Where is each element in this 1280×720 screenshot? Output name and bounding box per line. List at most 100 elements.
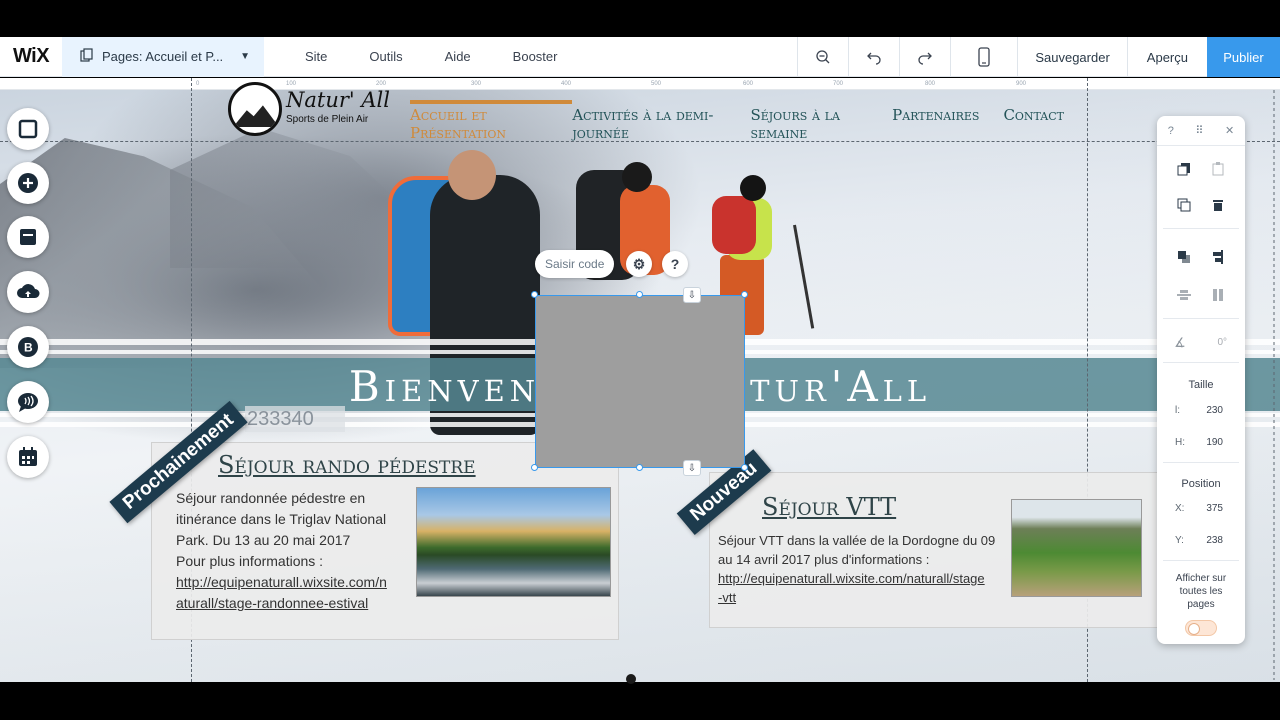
welcome-title-left: Bienven [348,362,541,411]
redo-icon [918,52,933,65]
match-size-icon[interactable] [1211,288,1225,302]
properties-panel: ? ⠿ ✕ ∡ 0° Taille l: 230 H: 190 Position… [1157,116,1245,644]
post-title[interactable]: Séjour rando pédestre [218,451,476,479]
post-line: Pour plus informations : [176,553,324,569]
redo-button[interactable] [899,37,950,77]
chat-icon [18,393,38,412]
resize-handle[interactable] [531,464,538,471]
pages-dropdown[interactable]: Pages: Accueil et P... ▼ [62,36,264,77]
post-line: Park. Du 13 au 20 mai 2017 [176,532,351,548]
post-line: Séjour VTT dans la vallée de la Dordogne… [718,533,996,548]
stretch-icon[interactable]: ⇩ [683,460,701,476]
nav-item-partners[interactable]: Partenaires [892,106,1003,142]
menu-tools[interactable]: Outils [348,49,423,64]
resize-handle[interactable] [531,291,538,298]
resize-handle[interactable] [636,464,643,471]
height-input[interactable]: 190 [1183,437,1223,448]
topbar-actions: Sauvegarder Aperçu Publier [797,37,1280,77]
publish-button[interactable]: Publier [1207,37,1280,77]
paste-icon[interactable] [1211,162,1225,176]
editor-window: WiX Pages: Accueil et P... ▼ Site Outils… [0,0,1280,720]
nav-item-home[interactable]: Accueil et Présentation [410,100,573,142]
blog-button[interactable]: B [7,326,49,368]
y-input[interactable]: 238 [1183,535,1223,546]
post-text: Séjour VTT dans la vallée de la Dordogne… [718,531,995,607]
vertical-ruler [1270,90,1278,680]
width-input[interactable]: 230 [1183,405,1223,416]
wix-logo[interactable]: WiX [0,37,62,77]
chat-button[interactable] [7,381,49,423]
rotate-angle-icon[interactable]: ∡ [1173,336,1187,350]
menu-booster[interactable]: Booster [492,49,579,64]
post-text: Séjour randonnée pédestre en itinérance … [176,488,387,614]
square-icon [18,119,38,139]
stretch-icon[interactable]: ⇩ [683,287,701,303]
app-market-button[interactable] [7,216,49,258]
post-link[interactable]: -vtt [718,588,995,607]
hiker-head [740,175,766,201]
menu-site[interactable]: Site [284,49,348,64]
trash-icon[interactable] [1211,198,1225,212]
show-on-all-pages-label: Afficher sur toutes les pages [1157,572,1245,611]
plus-circle-icon [18,173,38,193]
mobile-icon [978,47,990,67]
welcome-title-right: tur'All [750,362,932,411]
distribute-icon[interactable] [1177,288,1191,302]
page-bottom-handle[interactable] [626,674,636,684]
resize-handle[interactable] [741,464,748,471]
hiker-head [622,162,652,192]
coordinate-readout: 233340 [245,406,345,432]
duplicate-icon[interactable] [1177,198,1191,212]
site-logo-icon[interactable] [228,82,282,136]
site-header[interactable]: Natur' All Sports de Plein Air Accueil e… [192,78,1088,142]
resize-handle[interactable] [741,291,748,298]
undo-button[interactable] [848,37,899,77]
add-button[interactable] [7,162,49,204]
blog-icon: B [18,337,38,357]
background-button[interactable] [7,108,49,150]
upload-button[interactable] [7,271,49,313]
post-line: Séjour randonnée pédestre en [176,490,366,506]
rotation-value[interactable]: 0° [1187,337,1227,348]
show-on-all-pages-toggle[interactable] [1185,620,1217,636]
zoom-out-button[interactable] [797,37,848,77]
mobile-view-button[interactable] [950,37,1017,77]
bookings-button[interactable] [7,436,49,478]
help-icon[interactable]: ? [662,251,688,277]
arrange-back-icon[interactable] [1177,250,1191,264]
panel-help-icon[interactable]: ? [1168,125,1174,137]
panel-divider [1163,560,1239,561]
lake-photo[interactable] [416,487,611,597]
post-link[interactable]: http://equipenaturall.wixsite.com/natura… [718,569,995,588]
selected-html-embed[interactable] [535,295,745,468]
align-icon[interactable] [1211,250,1225,264]
drag-handle-icon[interactable]: ⠿ [1195,124,1203,137]
close-icon[interactable]: ✕ [1225,124,1234,137]
svg-text:B: B [24,341,33,355]
size-label: Taille [1188,379,1214,391]
panel-divider [1163,228,1239,229]
undo-icon [867,52,881,65]
x-input[interactable]: 375 [1183,503,1223,514]
nav-item-contact[interactable]: Contact [1003,106,1088,142]
panel-divider [1163,362,1239,363]
copy-icon[interactable] [1177,162,1191,176]
chevron-down-icon: ▼ [240,51,250,62]
hiker-head [448,150,496,200]
resize-handle[interactable] [636,291,643,298]
site-logo-title: Natur' All [286,88,390,112]
settings-gear-icon[interactable]: ⚙ [626,251,652,277]
panel-divider [1163,462,1239,463]
menu-help[interactable]: Aide [424,49,492,64]
post-title[interactable]: Séjour VTT [762,493,896,521]
nav-item-week[interactable]: Séjours à la semaine [750,106,892,142]
cloud-upload-icon [17,284,40,298]
post-link[interactable]: http://equipenaturall.wixsite.com/n [176,572,387,593]
preview-button[interactable]: Aperçu [1126,37,1207,77]
enter-code-button[interactable]: Saisir code [535,250,615,278]
save-button[interactable]: Sauvegarder [1017,37,1126,77]
hiker-red-backpack [712,196,756,254]
vtt-photo[interactable] [1011,499,1142,597]
post-link[interactable]: aturall/stage-randonnee-estival [176,593,387,614]
nav-item-half-day[interactable]: Activités à la demi-journée [572,106,750,142]
